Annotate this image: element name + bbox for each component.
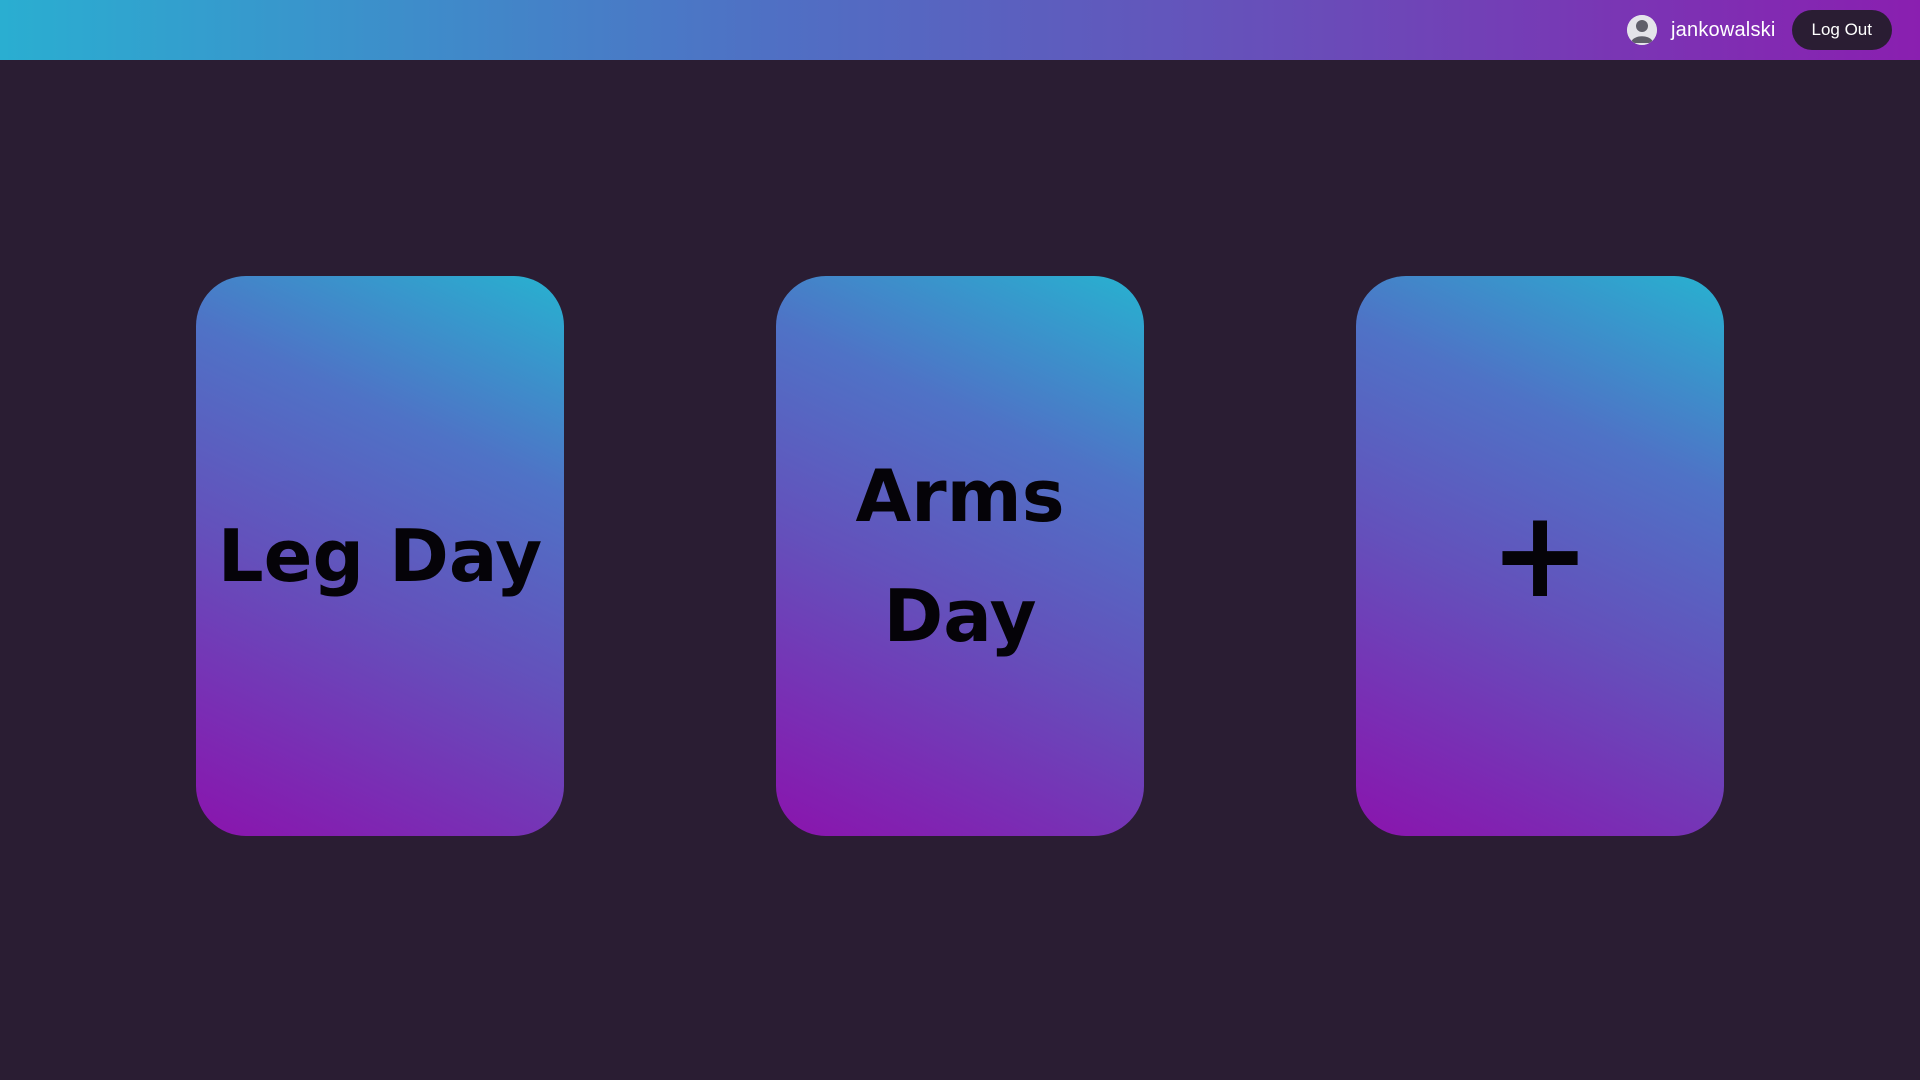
add-workout-card[interactable]: + [1356,276,1724,836]
workout-card-title: Leg Day [217,514,543,598]
top-bar: jankowalski Log Out [0,0,1920,60]
plus-icon: + [1489,486,1591,625]
username-label: jankowalski [1671,18,1776,41]
workout-cards: Leg Day Arms Day + [0,276,1920,836]
user-avatar-icon[interactable] [1627,15,1658,45]
workout-card-title: Arms Day [855,454,1065,658]
workout-card-arms-day[interactable]: Arms Day [776,276,1144,836]
workout-card-leg-day[interactable]: Leg Day [196,276,564,836]
user-info[interactable]: jankowalski [1627,15,1775,45]
logout-button[interactable]: Log Out [1791,10,1892,50]
